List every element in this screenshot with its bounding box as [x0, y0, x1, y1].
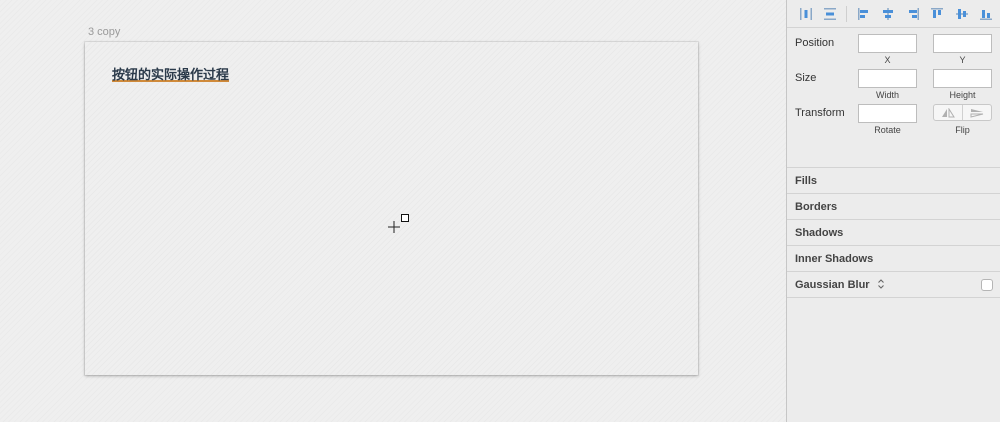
- crosshair-cursor-icon: [388, 214, 409, 233]
- fills-section[interactable]: Fills: [787, 168, 1000, 194]
- canvas[interactable]: 3 copy 按钮的实际操作过程: [0, 0, 787, 422]
- inner-shadows-title: Inner Shadows: [795, 253, 874, 265]
- inspector-panel: Position X Y Size Width Height Transform: [786, 0, 1000, 422]
- gaussian-blur-checkbox[interactable]: [981, 279, 993, 291]
- rotate-label: Rotate: [874, 125, 901, 135]
- position-x-field[interactable]: [858, 34, 917, 53]
- align-right-edge-icon[interactable]: [902, 3, 924, 25]
- align-top-icon[interactable]: [926, 3, 948, 25]
- transform-row: Transform Rotate Flip: [787, 104, 1000, 139]
- height-label: Height: [949, 90, 976, 100]
- align-horizontal-center-icon[interactable]: [877, 3, 899, 25]
- align-left-edge-icon[interactable]: [853, 3, 875, 25]
- distribute-horizontally-icon[interactable]: [795, 3, 817, 25]
- position-x-label: X: [884, 55, 891, 65]
- fills-title: Fills: [795, 175, 818, 187]
- alignment-toolbar: [787, 0, 1000, 28]
- flip-control: [933, 104, 992, 121]
- position-y-label: Y: [959, 55, 966, 65]
- flip-horizontal-icon[interactable]: [934, 105, 962, 120]
- gaussian-blur-section[interactable]: Gaussian Blur: [787, 272, 1000, 298]
- width-field[interactable]: [858, 69, 917, 88]
- size-row: Size Width Height: [787, 69, 1000, 104]
- flip-label: Flip: [955, 125, 970, 135]
- height-field[interactable]: [933, 69, 992, 88]
- transform-label: Transform: [795, 107, 845, 119]
- gaussian-blur-title: Gaussian Blur: [795, 279, 870, 291]
- shadows-section[interactable]: Shadows: [787, 220, 1000, 246]
- position-label: Position: [795, 37, 835, 49]
- chevron-updown-icon[interactable]: [877, 278, 885, 290]
- align-bottom-icon[interactable]: [975, 3, 997, 25]
- flip-vertical-icon[interactable]: [962, 105, 991, 120]
- position-y-field[interactable]: [933, 34, 992, 53]
- borders-section[interactable]: Borders: [787, 194, 1000, 220]
- align-vertical-center-icon[interactable]: [951, 3, 973, 25]
- artboard[interactable]: 按钮的实际操作过程: [85, 42, 698, 375]
- distribute-vertically-icon[interactable]: [820, 3, 842, 25]
- toolbar-divider: [846, 5, 847, 22]
- width-label: Width: [875, 90, 899, 100]
- rotate-field[interactable]: [858, 104, 917, 123]
- inner-shadows-section[interactable]: Inner Shadows: [787, 246, 1000, 272]
- position-row: Position X Y: [787, 34, 1000, 69]
- geometry-properties: Position X Y Size Width Height Transform: [787, 28, 1000, 168]
- size-label: Size: [795, 72, 817, 84]
- shadows-title: Shadows: [795, 227, 844, 239]
- borders-title: Borders: [795, 201, 838, 213]
- artboard-label[interactable]: 3 copy: [88, 26, 120, 38]
- artboard-title-text[interactable]: 按钮的实际操作过程: [112, 64, 229, 83]
